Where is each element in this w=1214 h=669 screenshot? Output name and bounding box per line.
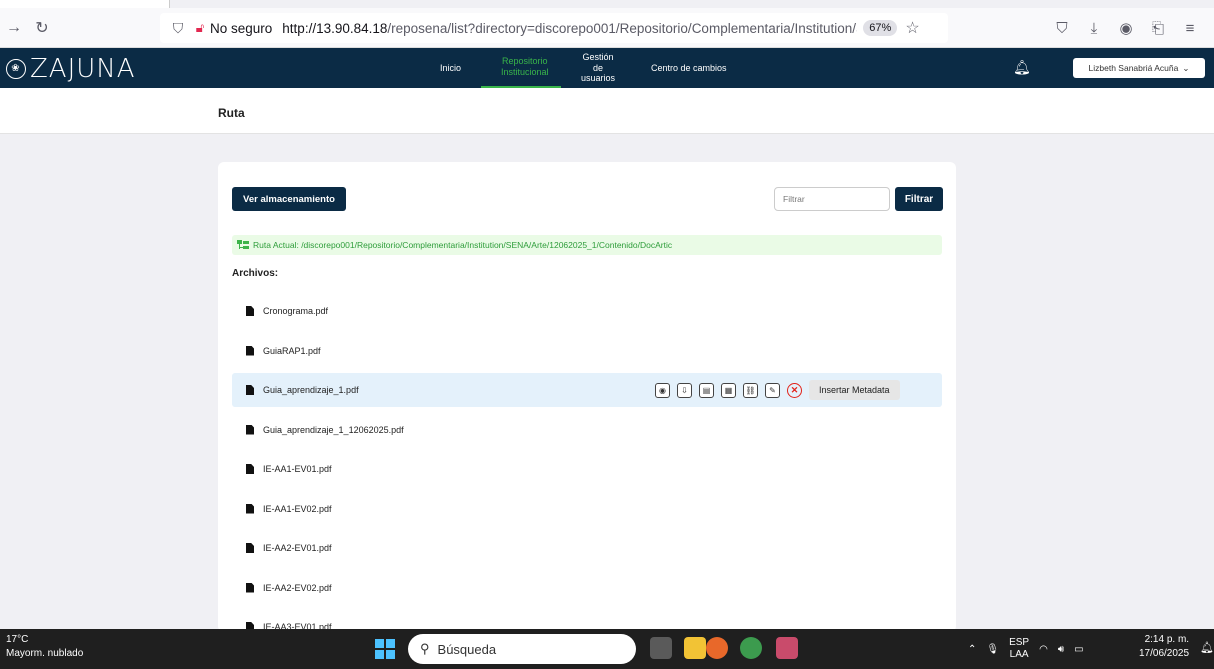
zoom-level[interactable]: 67%	[863, 20, 898, 36]
menu-inicio[interactable]: Inicio	[420, 48, 481, 88]
windows-start-icon[interactable]	[375, 639, 395, 659]
file-list: Cronograma.pdf GuiaRAP1.pdf Guia_aprendi…	[232, 294, 942, 650]
file-row[interactable]: IE-AA1-EV01.pdf	[232, 452, 942, 486]
file-name[interactable]: Cronograma.pdf	[263, 306, 328, 316]
main-menu: Inicio Repositorio Institucional Gestión…	[420, 48, 747, 88]
browser-tab-bar	[0, 0, 1214, 8]
menu-gestion-usuarios[interactable]: Gestión de usuarios	[561, 48, 631, 88]
file-name[interactable]: IE-AA2-EV01.pdf	[263, 543, 332, 553]
chrome-icon[interactable]	[740, 637, 762, 659]
repository-card: Ver almacenamiento Filtrar Filtrar Ruta …	[218, 162, 956, 632]
browser-tab[interactable]	[0, 0, 170, 8]
file-name[interactable]: IE-AA1-EV02.pdf	[263, 504, 332, 514]
clock[interactable]: 2:14 p. m. 17/06/2025	[1139, 633, 1189, 661]
file-icon	[246, 464, 254, 474]
delete-icon[interactable]: ✕	[787, 382, 802, 398]
shield-icon[interactable]: ⛉	[166, 20, 190, 37]
document-icon[interactable]: ▤	[699, 382, 714, 398]
filter-button[interactable]: Filtrar	[895, 187, 943, 211]
file-name[interactable]: IE-AA2-EV02.pdf	[263, 583, 332, 593]
current-path-bar: Ruta Actual: /discorepo001/Repositorio/C…	[232, 235, 942, 255]
task-view-icon[interactable]	[650, 637, 672, 659]
chevron-up-icon[interactable]: ⌃	[968, 644, 976, 655]
file-icon	[246, 306, 254, 316]
language-indicator[interactable]: ESP LAA	[1009, 637, 1029, 661]
view-storage-button[interactable]: Ver almacenamiento	[232, 187, 346, 211]
file-row[interactable]: IE-AA2-EV01.pdf	[232, 531, 942, 565]
file-icon	[246, 345, 254, 356]
file-name[interactable]: Guia_aprendizaje_1.pdf	[263, 385, 359, 395]
bell-icon[interactable]: 🔔︎	[1013, 59, 1031, 76]
download-icon[interactable]: ⇩	[677, 382, 692, 398]
file-explorer-icon[interactable]	[684, 637, 706, 659]
account-icon[interactable]: ◉	[1112, 19, 1140, 37]
file-actions: ◉ ⇩ ▤ ▦ ⛓ ✎ ✕ Insertar Metadata	[655, 380, 900, 400]
chevron-down-icon: ⌄	[1182, 62, 1190, 73]
notification-bell-icon[interactable]: 🔔︎	[1200, 641, 1214, 654]
insecure-lock-icon[interactable]: 🔓︎	[190, 20, 210, 36]
file-row[interactable]: IE-AA1-EV02.pdf	[232, 492, 942, 526]
file-icon	[246, 503, 254, 514]
file-name[interactable]: Guia_aprendizaje_1_12062025.pdf	[263, 425, 404, 435]
app-header: ❀ ZAJUNA Inicio Repositorio Institucional…	[0, 48, 1214, 88]
app-icon[interactable]	[776, 637, 798, 659]
wifi-icon[interactable]: ◠	[1039, 644, 1048, 655]
edit-icon[interactable]: ✎	[765, 382, 780, 398]
insecure-label[interactable]: No seguro	[210, 21, 272, 36]
zajuna-logo[interactable]: ❀ ZAJUNA	[6, 54, 136, 84]
file-icon	[246, 543, 254, 553]
view-eye-icon[interactable]: ◉	[655, 382, 670, 398]
file-icon	[246, 385, 254, 395]
pocket-icon[interactable]: ⛉	[1048, 20, 1076, 37]
menu-icon[interactable]: ≡	[1176, 20, 1204, 37]
file-name[interactable]: GuiaRAP1.pdf	[263, 346, 321, 356]
download-icon[interactable]: ⤓	[1080, 20, 1108, 37]
user-menu-button[interactable]: Lizbeth Sanabriá Acuña ⌄	[1073, 58, 1205, 78]
page-title: Ruta	[218, 106, 245, 120]
extensions-icon[interactable]: ⎗	[1144, 20, 1172, 37]
file-row-selected[interactable]: Guia_aprendizaje_1.pdf ◉ ⇩ ▤ ▦ ⛓ ✎ ✕ Ins…	[232, 373, 942, 407]
system-tray: ⌃ 🎙︎ ESP LAA ◠ 🔊︎ ▭	[968, 629, 1084, 669]
file-icon	[246, 582, 254, 593]
files-heading: Archivos:	[232, 268, 279, 279]
forward-icon[interactable]: →	[0, 14, 28, 42]
url-text[interactable]: http://13.90.84.18/reposena/list?directo…	[282, 21, 857, 36]
file-row[interactable]: Guia_aprendizaje_1_12062025.pdf	[232, 413, 942, 447]
logo-mark-icon: ❀	[6, 59, 26, 79]
info-card-icon[interactable]: ▦	[721, 382, 736, 398]
file-row[interactable]: IE-AA2-EV02.pdf	[232, 571, 942, 605]
reload-icon[interactable]: ↻	[28, 14, 56, 42]
weather-widget[interactable]: 17°C Mayorm. nublado	[6, 633, 83, 660]
microphone-icon[interactable]: 🎙︎	[986, 644, 999, 655]
insert-metadata-button[interactable]: Insertar Metadata	[809, 380, 900, 400]
filter-input[interactable]: Filtrar	[774, 187, 890, 211]
menu-repositorio-institucional[interactable]: Repositorio Institucional	[481, 48, 562, 88]
windows-taskbar: 17°C Mayorm. nublado ⚲ Búsqueda ⌃ 🎙︎ ESP L…	[0, 629, 1214, 669]
battery-icon[interactable]: ▭	[1074, 644, 1083, 655]
bookmark-star-icon[interactable]: ☆	[905, 18, 919, 38]
current-path-text: Ruta Actual: /discorepo001/Repositorio/C…	[253, 240, 673, 250]
url-bar[interactable]: ⛉ 🔓︎ No seguro http://13.90.84.18/repose…	[160, 13, 948, 43]
taskbar-search[interactable]: ⚲ Búsqueda	[408, 634, 636, 664]
menu-centro-cambios[interactable]: Centro de cambios	[631, 48, 747, 88]
folder-tree-icon	[237, 240, 249, 250]
firefox-icon[interactable]	[706, 637, 728, 659]
route-bar: Ruta	[0, 88, 1214, 134]
volume-icon[interactable]: 🔊︎	[1058, 644, 1064, 655]
search-icon: ⚲	[420, 641, 430, 656]
link-icon[interactable]: ⛓	[743, 382, 758, 398]
file-row[interactable]: GuiaRAP1.pdf	[232, 334, 942, 368]
file-name[interactable]: IE-AA1-EV01.pdf	[263, 464, 332, 474]
file-row[interactable]: Cronograma.pdf	[232, 294, 942, 328]
file-icon	[246, 424, 254, 435]
browser-nav-bar: → ↻ ⛉ 🔓︎ No seguro http://13.90.84.18/re…	[0, 8, 1214, 48]
